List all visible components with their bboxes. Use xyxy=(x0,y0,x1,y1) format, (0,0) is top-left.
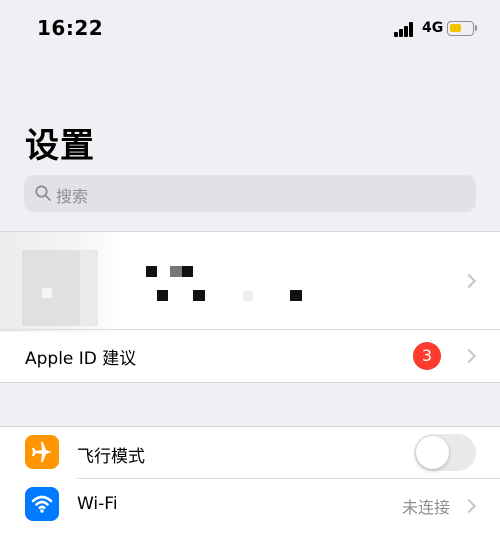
cellular-signal-icon xyxy=(394,21,418,37)
search-placeholder: 搜索 xyxy=(56,187,89,206)
page-title: 设置 xyxy=(25,126,95,166)
redacted-detail-block xyxy=(157,290,168,301)
battery-level xyxy=(450,24,461,32)
notification-badge: 3 xyxy=(413,342,441,370)
network-group: 飞行模式 Wi-Fi 未连接 xyxy=(0,426,500,533)
avatar-icon xyxy=(22,250,98,326)
chevron-right-icon xyxy=(461,498,477,514)
wifi-icon xyxy=(31,495,53,513)
wifi-label: Wi-Fi xyxy=(77,494,118,514)
redacted-detail-block xyxy=(290,290,302,301)
airplane-mode-label: 飞行模式 xyxy=(77,447,145,467)
redacted-name-block xyxy=(182,266,193,277)
airplane-icon-tile xyxy=(25,435,59,469)
redacted-detail-block xyxy=(243,291,253,301)
search-input[interactable]: 搜索 xyxy=(24,175,476,212)
search-icon xyxy=(35,185,51,201)
battery-cap xyxy=(475,25,477,31)
airplane-icon xyxy=(32,442,52,462)
redacted-name-block xyxy=(146,266,157,277)
toggle-knob xyxy=(416,436,449,469)
apple-id-profile-row[interactable] xyxy=(0,232,500,332)
wifi-status-value: 未连接 xyxy=(402,498,451,517)
status-time: 16:22 xyxy=(37,16,104,40)
chevron-right-icon xyxy=(461,348,477,364)
airplane-mode-row[interactable]: 飞行模式 xyxy=(0,427,500,479)
apple-id-suggestions-row[interactable]: Apple ID 建议 3 xyxy=(0,330,500,382)
chevron-right-icon xyxy=(461,273,477,289)
status-bar: 16:22 4G xyxy=(0,0,500,60)
account-group: Apple ID 建议 3 xyxy=(0,231,500,383)
redacted-detail-block xyxy=(193,290,205,301)
redacted-name-block xyxy=(170,266,182,277)
network-type: 4G xyxy=(422,20,444,36)
wifi-icon-tile xyxy=(25,487,59,521)
battery-icon xyxy=(447,21,474,36)
wifi-row[interactable]: Wi-Fi 未连接 xyxy=(0,479,500,531)
airplane-mode-toggle[interactable] xyxy=(414,434,476,471)
apple-id-suggestions-label: Apple ID 建议 xyxy=(25,349,137,369)
